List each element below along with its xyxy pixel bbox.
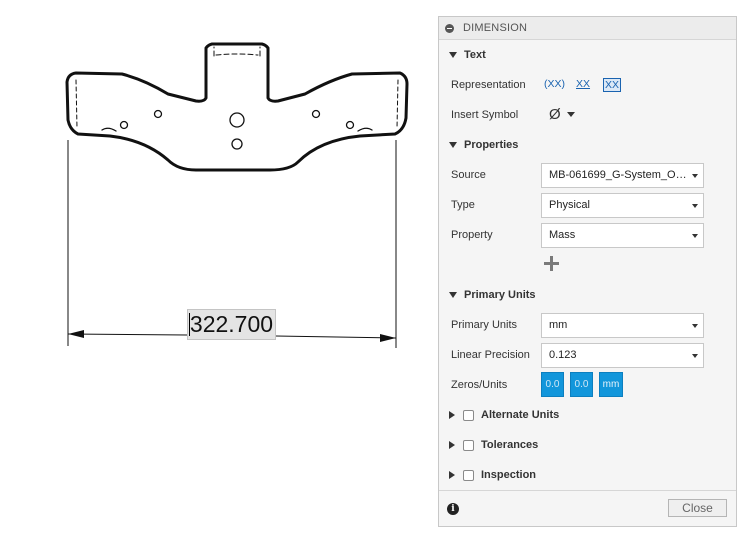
drawing-canvas[interactable] xyxy=(0,0,430,537)
dimension-value-text: 322.700 xyxy=(189,311,274,337)
linear-precision-label: Linear Precision xyxy=(451,349,530,361)
section-inspection[interactable]: Inspection xyxy=(439,460,736,490)
section-tolerances[interactable]: Tolerances xyxy=(439,430,736,460)
primary-units-select[interactable]: mm xyxy=(541,312,704,338)
chevron-down-icon xyxy=(692,323,698,328)
section-properties[interactable]: Properties xyxy=(439,130,736,160)
collapsed-triangle-icon xyxy=(449,471,455,479)
dimension-panel: DIMENSION Text Representation (XX) XX XX… xyxy=(438,16,737,527)
dimension-arrow-right xyxy=(380,334,396,342)
zeros-units-row: Zeros/Units 0.0 0.0 mm xyxy=(439,370,736,400)
part-holes xyxy=(119,109,355,150)
property-label: Property xyxy=(451,229,493,241)
insert-symbol-dropdown[interactable]: Ø xyxy=(549,107,575,122)
chevron-down-icon xyxy=(692,233,698,238)
trailing-zeros-button[interactable]: 0.0 xyxy=(570,372,593,397)
expand-triangle-icon xyxy=(449,142,457,148)
tolerances-checkbox[interactable] xyxy=(463,439,474,451)
insert-symbol-row: Insert Symbol Ø xyxy=(439,100,736,130)
inspection-label: Inspection xyxy=(481,469,537,481)
leading-zeros-button[interactable]: 0.0 xyxy=(541,372,564,397)
linear-precision-value: 0.123 xyxy=(549,348,577,361)
chevron-down-icon xyxy=(692,203,698,208)
alternate-units-label: Alternate Units xyxy=(481,409,560,421)
section-primary-units[interactable]: Primary Units xyxy=(439,280,736,310)
type-value: Physical xyxy=(549,198,590,211)
panel-header: DIMENSION xyxy=(439,17,736,40)
representation-underline-button[interactable]: XX xyxy=(576,78,590,90)
section-primary-units-label: Primary Units xyxy=(464,289,536,301)
section-alternate-units[interactable]: Alternate Units xyxy=(439,400,736,430)
primary-units-value: mm xyxy=(549,318,568,331)
section-properties-label: Properties xyxy=(464,139,519,151)
property-row: Property Mass xyxy=(439,220,736,250)
source-label: Source xyxy=(451,169,486,181)
part-outline xyxy=(65,42,409,172)
section-text-label: Text xyxy=(464,49,486,61)
type-label: Type xyxy=(451,199,475,211)
add-property-button[interactable] xyxy=(544,256,559,271)
linear-precision-row: Linear Precision 0.123 xyxy=(439,340,736,370)
dimension-arrow-left xyxy=(68,330,84,338)
source-row: Source MB-061699_G-System_OK ... xyxy=(439,160,736,190)
source-select[interactable]: MB-061699_G-System_OK ... xyxy=(541,162,704,188)
close-button[interactable]: Close xyxy=(668,499,727,517)
type-row: Type Physical xyxy=(439,190,736,220)
text-cursor xyxy=(189,313,190,336)
source-value: MB-061699_G-System_OK ... xyxy=(549,168,689,181)
alternate-units-checkbox[interactable] xyxy=(463,409,474,421)
section-text[interactable]: Text xyxy=(439,40,736,70)
expand-triangle-icon xyxy=(449,52,457,58)
primary-units-label: Primary Units xyxy=(451,319,518,331)
show-units-button[interactable]: mm xyxy=(599,372,623,397)
chevron-down-icon xyxy=(566,112,575,117)
panel-footer: i Close xyxy=(439,490,736,526)
diameter-symbol-icon: Ø xyxy=(549,106,561,123)
panel-title: DIMENSION xyxy=(463,22,528,34)
add-property-row xyxy=(439,250,736,280)
chevron-down-icon xyxy=(692,173,698,178)
representation-row: Representation (XX) XX XX xyxy=(439,70,736,100)
linear-precision-select[interactable]: 0.123 xyxy=(541,342,704,368)
representation-basic-button[interactable]: (XX) xyxy=(544,78,565,90)
info-icon[interactable]: i xyxy=(447,503,459,515)
inspection-checkbox[interactable] xyxy=(463,469,474,481)
collapsed-triangle-icon xyxy=(449,441,455,449)
tolerances-label: Tolerances xyxy=(481,439,539,451)
dimension-value-edit[interactable]: 322.700 xyxy=(187,309,276,340)
zeros-units-label: Zeros/Units xyxy=(451,379,508,391)
expand-triangle-icon xyxy=(449,292,457,298)
property-value: Mass xyxy=(549,228,576,241)
representation-label: Representation xyxy=(451,79,526,91)
collapse-panel-icon[interactable] xyxy=(445,23,454,33)
type-select[interactable]: Physical xyxy=(541,192,704,218)
chevron-down-icon xyxy=(692,353,698,358)
property-select[interactable]: Mass xyxy=(541,222,704,248)
representation-boxed-button[interactable]: XX xyxy=(603,78,622,92)
primary-units-row: Primary Units mm xyxy=(439,310,736,340)
collapsed-triangle-icon xyxy=(449,411,455,419)
insert-symbol-label: Insert Symbol xyxy=(451,109,519,121)
